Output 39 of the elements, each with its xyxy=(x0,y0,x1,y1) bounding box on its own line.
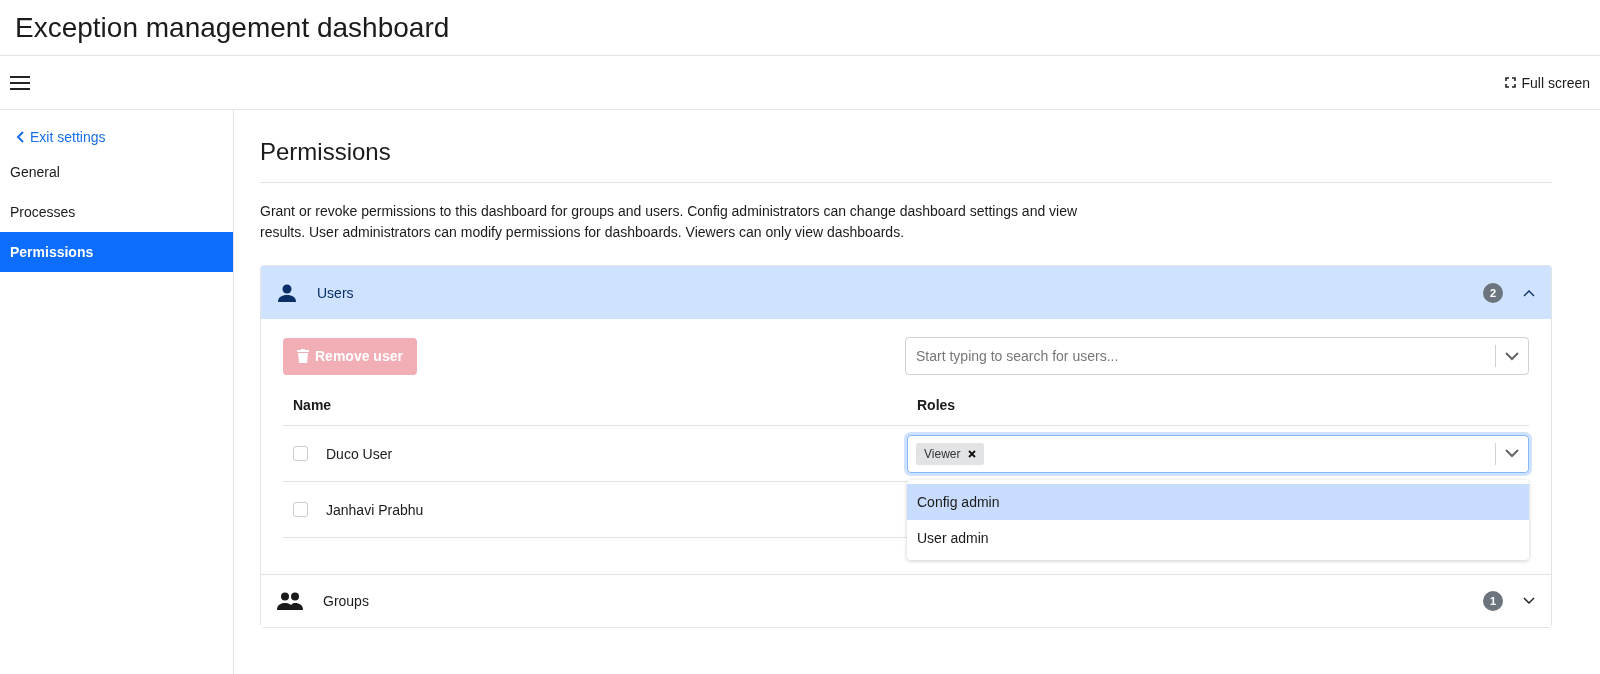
user-name: Janhavi Prabhu xyxy=(326,501,424,518)
chevron-up-icon xyxy=(1523,288,1535,297)
menu-button[interactable] xyxy=(10,75,30,90)
page-title: Exception management dashboard xyxy=(15,11,450,44)
full-screen-button[interactable]: Full screen xyxy=(1504,74,1590,91)
count-badge: 2 xyxy=(1483,282,1503,303)
sidebar-item[interactable]: General xyxy=(0,152,233,192)
chevron-left-icon xyxy=(16,131,24,143)
person-icon xyxy=(277,283,297,302)
section-label: Groups xyxy=(323,593,370,609)
sidebar-item[interactable]: Permissions xyxy=(0,232,233,272)
count-badge: 1 xyxy=(1483,591,1503,611)
chevron-down-icon xyxy=(1523,597,1535,605)
exit-settings-link[interactable]: Exit settings xyxy=(0,122,233,152)
search-input[interactable]: Start typing to search for users... xyxy=(906,348,1495,364)
caret-icon xyxy=(1505,351,1519,361)
row-checkbox[interactable] xyxy=(293,502,308,517)
roles-select[interactable]: Viewer xyxy=(907,434,1529,473)
close-icon xyxy=(968,449,977,458)
trash-icon xyxy=(297,349,309,363)
section-header[interactable]: Groups 1 xyxy=(261,574,1551,627)
caret-icon xyxy=(1505,449,1519,458)
user-name: Duco User xyxy=(326,445,393,462)
remove-tag-button[interactable] xyxy=(968,449,977,458)
section-header[interactable]: Users 2 xyxy=(261,266,1551,319)
search-box[interactable]: Start typing to search for users... xyxy=(905,337,1529,375)
description-text: Grant or revoke permissions to this dashboard for groups and users. Config administrators can change dashboard settings and view results. User administrators can modify permissions for dashboards. Viewers can only view dashboards. xyxy=(260,202,1079,242)
menu-option[interactable]: Config admin xyxy=(907,484,1529,520)
people-icon xyxy=(277,592,303,610)
column-header: Name xyxy=(283,397,907,426)
menu-option[interactable]: User admin xyxy=(907,520,1529,556)
fullscreen-icon xyxy=(1504,77,1516,88)
menu-icon xyxy=(10,75,30,90)
column-header: Roles xyxy=(907,397,1529,426)
row-checkbox[interactable] xyxy=(293,446,308,461)
section-title: Permissions xyxy=(260,138,1552,183)
sidebar-item[interactable]: Processes xyxy=(0,192,233,232)
role-tag: Viewer xyxy=(916,442,985,465)
section-label: Users xyxy=(317,284,355,301)
